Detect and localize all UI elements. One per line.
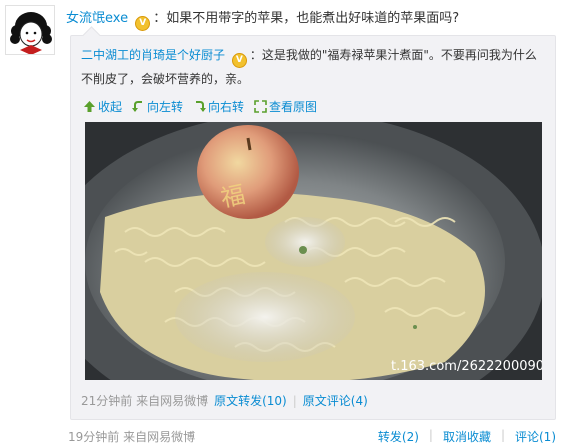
original-comment-link[interactable]: 原文评论(4) [303,392,368,409]
post-time: 19分钟前 来自网易微博 [68,430,196,444]
collapse-label: 收起 [98,99,123,114]
view-original-icon [254,99,267,113]
original-time: 21分钟前 来自网易微博 [81,394,209,408]
rotate-left-button[interactable]: 向左转 [132,98,183,115]
avatar[interactable] [5,5,55,55]
post-photo[interactable]: 福 t.163.com/2622200090 [85,122,542,380]
rotate-left-label: 向左转 [147,99,184,114]
post-author-link[interactable]: 女流氓exe [66,11,128,26]
rotate-left-icon [132,100,143,112]
repost-link[interactable]: 转发(2) [378,428,419,445]
vip-badge-icon[interactable]: V [135,16,151,31]
collapse-button[interactable]: 收起 [83,98,122,115]
vip-badge-icon[interactable]: V [231,53,247,68]
original-meta: 21分钟前 来自网易微博 原文转发(10) | 原文评论(4) [81,392,547,409]
rotate-right-label: 向右转 [208,99,245,114]
post-header: 女流氓exe V ：如果不用带字的苹果，也能煮出好味道的苹果面吗? [66,10,556,31]
comment-link[interactable]: 评论(1) [515,428,556,445]
view-original-label: 查看原图 [269,99,318,114]
repost-box: 二中湖工的肖琦是个好厨子 V ：这是我做的"福寿禄苹果汁煮面"。不要再问我为什么不… [70,35,556,420]
colon-separator: ： [153,11,167,26]
original-author-link[interactable]: 二中湖工的肖琦是个好厨子 [81,48,225,62]
apple-noodle-photo: 福 t.163.com/2622200090 [85,122,542,380]
footer-divider: | [500,428,505,442]
rotate-right-icon [196,100,207,112]
post-text: 如果不用带字的苹果，也能煮出好味道的苹果面吗? [166,11,460,26]
collapse-arrow-icon [84,100,95,112]
meta-divider: | [292,393,297,408]
colon-separator: ： [249,48,262,62]
avatar-image [6,6,54,54]
post-footer: 19分钟前 来自网易微博 转发(2) | 取消收藏 | 评论(1) [68,428,558,445]
post-actions: 转发(2) | 取消收藏 | 评论(1) [378,428,556,445]
unfavorite-link[interactable]: 取消收藏 [443,428,491,445]
original-post-text-block: 二中湖工的肖琦是个好厨子 V ：这是我做的"福寿禄苹果汁煮面"。不要再问我为什么不… [81,44,547,90]
original-repost-link[interactable]: 原文转发(10) [214,392,287,409]
footer-divider: | [428,428,433,442]
view-original-button[interactable]: 查看原图 [254,98,317,115]
picture-actions: 收起 向左转 向右转 查看原图 [83,98,317,114]
photo-watermark: t.163.com/2622200090 [391,359,542,374]
rotate-right-button[interactable]: 向右转 [193,98,244,115]
